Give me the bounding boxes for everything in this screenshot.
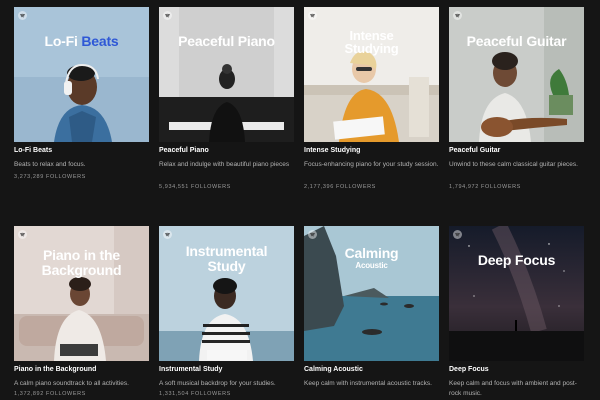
playlist-card-peaceful-piano[interactable]: Peaceful Piano Peaceful Piano Relax and … [159,7,294,190]
cover-title: Calming Acoustic [344,245,399,271]
playlist-card-piano-in-the-background[interactable]: Piano in the Background Piano in the Bac… [14,226,149,400]
playlist-cover[interactable]: Peaceful Piano [159,7,294,142]
cover-title: Deep Focus [477,252,556,268]
spotify-logo-icon [453,11,462,20]
playlist-cover[interactable]: Deep Focus [449,226,584,361]
cover-art-image [159,7,294,142]
playlist-name[interactable]: Peaceful Piano [159,147,209,154]
playlist-name[interactable]: Intense Studying [304,147,360,154]
playlist-card-peaceful-guitar[interactable]: Peaceful Guitar Peaceful Guitar Unwind t… [449,7,584,190]
playlist-name[interactable]: Instrumental Study [159,366,222,373]
playlist-description: Relax and indulge with beautiful piano p… [159,161,290,168]
playlist-description: Focus-enhancing piano for your study ses… [304,161,439,168]
playlist-followers: 1,372,892 FOLLOWERS [14,391,86,397]
cover-art-image [449,7,584,142]
playlist-name[interactable]: Calming Acoustic [304,366,363,373]
playlist-description: Unwind to these calm classical guitar pi… [449,161,578,168]
playlist-description: Keep calm and focus with ambient and pos… [449,380,577,397]
playlist-description: Keep calm with instrumental acoustic tra… [304,380,432,387]
cover-title: Lo-Fi Beats [44,33,119,49]
playlist-followers: 5,934,551 FOLLOWERS [159,184,231,190]
cover-art-image [449,226,584,361]
spotify-logo-icon [18,230,27,239]
spotify-logo-icon [163,11,172,20]
playlist-name[interactable]: Peaceful Guitar [449,147,500,154]
spotify-logo-icon [453,230,462,239]
spotify-logo-icon [163,230,172,239]
spotify-logo-icon [18,11,27,20]
spotify-logo-icon [308,11,317,20]
playlist-cover[interactable]: Peaceful Guitar [449,7,584,142]
playlist-card-calming-acoustic[interactable]: Calming Acoustic Calming Acoustic Keep c… [304,226,439,400]
cover-title: Piano in the Background [41,247,122,278]
playlist-followers: 1,331,504 FOLLOWERS [159,391,231,397]
playlist-description: Beats to relax and focus. [14,161,86,168]
playlist-followers: 1,794,972 FOLLOWERS [449,184,521,190]
playlist-cover[interactable]: Piano in the Background [14,226,149,361]
cover-title: Intense Studying [344,28,399,56]
playlist-name[interactable]: Piano in the Background [14,366,96,373]
cover-title: Peaceful Guitar [466,33,567,49]
cover-title: Instrumental Study [185,243,268,274]
playlist-name[interactable]: Deep Focus [449,366,489,373]
playlist-grid: Lo-Fi Beats Lo-Fi Beats Beats to relax a… [0,0,600,400]
playlist-cover[interactable]: Lo-Fi Beats [14,7,149,142]
spotify-logo-icon [308,230,317,239]
playlist-cover[interactable]: Calming Acoustic [304,226,439,361]
playlist-followers: 2,177,396 FOLLOWERS [304,184,376,190]
playlist-description: A calm piano soundtrack to all activitie… [14,380,129,387]
playlist-card-intense-studying[interactable]: Intense Studying Intense Studying Focus-… [304,7,439,190]
playlist-description: A soft musical backdrop for your studies… [159,380,276,387]
playlist-cover[interactable]: Instrumental Study [159,226,294,361]
playlist-card-lofi-beats[interactable]: Lo-Fi Beats Lo-Fi Beats Beats to relax a… [14,7,149,182]
playlist-card-deep-focus[interactable]: Deep Focus Deep Focus Keep calm and focu… [449,226,584,400]
playlist-card-instrumental-study[interactable]: Instrumental Study Instrumental Study A … [159,226,294,400]
cover-art-image [14,7,149,142]
playlist-name[interactable]: Lo-Fi Beats [14,147,52,154]
playlist-followers: 3,273,289 FOLLOWERS [14,174,86,180]
playlist-cover[interactable]: Intense Studying [304,7,439,142]
cover-title: Peaceful Piano [178,33,275,49]
